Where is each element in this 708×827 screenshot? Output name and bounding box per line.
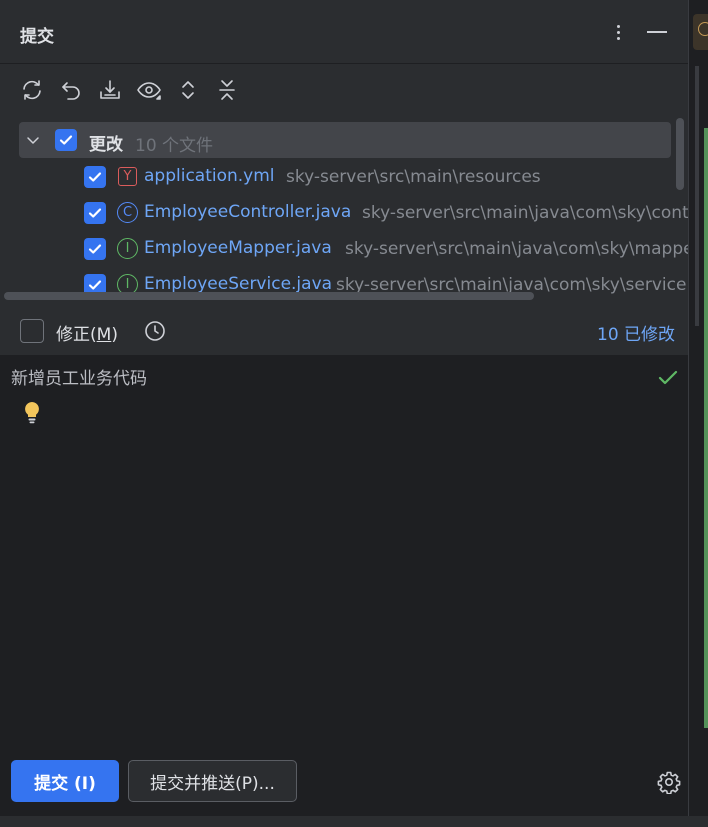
collapse-all-icon[interactable] — [211, 74, 242, 106]
group-label: 更改 — [89, 135, 123, 155]
shelve-icon[interactable] — [94, 74, 125, 106]
editor-scrollbar[interactable] — [695, 66, 699, 326]
file-name: EmployeeController.java — [144, 202, 352, 222]
commit-footer: 提交 (I) 提交并推送(P)... — [0, 746, 688, 816]
rollback-icon[interactable] — [55, 74, 86, 106]
expand-all-icon[interactable] — [172, 74, 203, 106]
refresh-icon[interactable] — [16, 74, 47, 106]
yml-file-icon: Y — [118, 167, 137, 186]
file-path: sky-server\src\main\resources — [286, 167, 541, 187]
modified-count-link[interactable]: 10 已修改 — [597, 320, 675, 345]
commit-and-push-button[interactable]: 提交并推送(P)... — [128, 760, 297, 802]
file-row[interactable]: Y application.yml sky-server\src\main\re… — [0, 159, 688, 195]
change-gutter-marker — [704, 128, 708, 728]
file-name: EmployeeMapper.java — [144, 238, 332, 258]
lightbulb-icon[interactable] — [22, 400, 42, 424]
more-options-icon[interactable] — [606, 20, 630, 44]
commit-button[interactable]: 提交 (I) — [11, 760, 119, 802]
panel-title: 提交 — [20, 27, 54, 47]
editor-tab-peek[interactable] — [693, 14, 708, 50]
file-name: application.yml — [144, 166, 275, 186]
amend-bar: 修正(M) 10 已修改 — [0, 306, 688, 356]
commit-message-editor[interactable]: 新增员工业务代码 — [0, 356, 688, 746]
file-path: sky-server\src\main\java\com\sky\mapper — [345, 239, 688, 259]
file-checkbox[interactable] — [84, 166, 106, 188]
check-icon — [658, 370, 678, 385]
interface-file-icon: I — [117, 238, 138, 259]
group-file-count: 10 个文件 — [135, 136, 214, 156]
tree-horizontal-scrollbar[interactable] — [4, 292, 534, 300]
file-checkbox[interactable] — [84, 238, 106, 260]
preview-icon[interactable] — [133, 74, 164, 106]
changes-tree[interactable]: 更改 10 个文件 Y application.yml sky-server\s… — [0, 118, 688, 304]
tab-icon — [698, 22, 708, 36]
clock-icon[interactable] — [144, 320, 166, 342]
file-path: sky-server\src\main\java\com\sky\control… — [362, 203, 688, 223]
file-row[interactable]: I EmployeeMapper.java sky-server\src\mai… — [0, 231, 688, 267]
chevron-down-icon[interactable] — [26, 133, 40, 147]
file-checkbox[interactable] — [84, 202, 106, 224]
file-row[interactable]: C EmployeeController.java sky-server\src… — [0, 195, 688, 231]
changes-group-row[interactable]: 更改 10 个文件 — [19, 122, 671, 158]
commit-toolbar — [16, 74, 242, 106]
file-name: EmployeeService.java — [144, 274, 333, 294]
commit-message-text[interactable]: 新增员工业务代码 — [11, 364, 147, 389]
tree-vertical-scrollbar[interactable] — [676, 118, 684, 190]
amend-checkbox[interactable] — [20, 319, 44, 343]
editor-edge-strip — [688, 0, 708, 827]
minimize-icon[interactable] — [645, 20, 669, 44]
window-bottom-edge — [0, 816, 708, 827]
gear-icon[interactable] — [657, 770, 681, 794]
panel-header: 提交 — [0, 0, 688, 64]
commit-panel: 提交 更改 10 个文件 Y application.yml sky-serve… — [0, 0, 688, 827]
group-checkbox[interactable] — [55, 129, 77, 151]
class-file-icon: C — [117, 202, 138, 223]
amend-label[interactable]: 修正(M) — [56, 320, 118, 345]
